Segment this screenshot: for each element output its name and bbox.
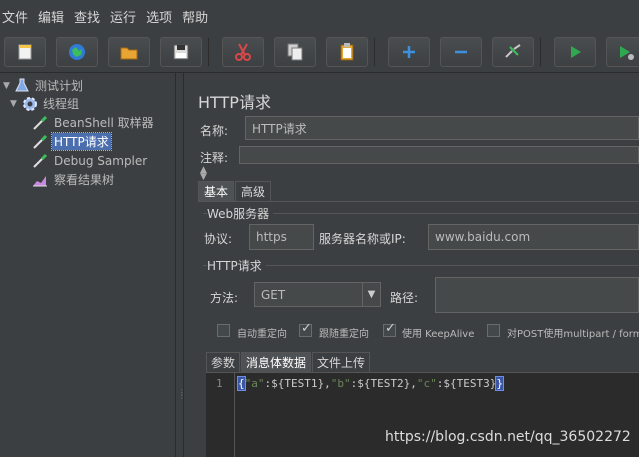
key-a: "a" bbox=[244, 377, 265, 390]
body-tabs: 参数 消息体数据 文件上传 bbox=[206, 352, 371, 372]
keepalive-checkbox[interactable] bbox=[383, 321, 396, 337]
name-input[interactable]: HTTP请求 bbox=[245, 116, 639, 140]
new-icon bbox=[18, 44, 32, 60]
web-server-group-title: Web服务器 bbox=[207, 205, 274, 222]
http-request-panel: HTTP请求 名称: HTTP请求 注释: ▲ ▼ 基本 高级 Web服务器 协议… bbox=[185, 73, 639, 457]
pipette-icon bbox=[33, 115, 48, 130]
cut-button[interactable] bbox=[222, 37, 264, 67]
line-number: 1 bbox=[216, 377, 223, 390]
menu-search[interactable]: 查找 bbox=[74, 7, 100, 26]
name-label: 名称: bbox=[200, 124, 229, 138]
tab-file-upload[interactable]: 文件上传 bbox=[312, 352, 371, 372]
menu-run[interactable]: 运行 bbox=[110, 7, 136, 26]
tree-item-http-request[interactable]: HTTP请求 bbox=[32, 132, 112, 151]
multipart-checkbox[interactable] bbox=[487, 324, 500, 337]
pipette-icon bbox=[33, 134, 48, 149]
toggle-button[interactable] bbox=[492, 37, 534, 67]
open-icon bbox=[120, 47, 138, 60]
templates-icon bbox=[69, 44, 85, 60]
templates-button[interactable] bbox=[56, 37, 98, 67]
copy-button[interactable] bbox=[274, 37, 316, 67]
grip-icon: ⋮ ⋮ bbox=[178, 388, 186, 400]
collapse-button[interactable] bbox=[440, 37, 482, 67]
start-no-pause-button[interactable] bbox=[606, 37, 639, 67]
menu-options[interactable]: 选项 bbox=[146, 7, 172, 26]
tab-body-data[interactable]: 消息体数据 bbox=[241, 352, 312, 372]
path-input[interactable] bbox=[435, 277, 639, 313]
auto-redirect-checkbox[interactable] bbox=[217, 324, 230, 337]
pipette-icon bbox=[33, 153, 48, 168]
menu-file[interactable]: 文件 bbox=[2, 7, 28, 26]
chart-icon bbox=[33, 175, 47, 186]
server-label: 服务器名称或IP: bbox=[319, 232, 406, 246]
collapse-toggle-icon[interactable]: ▲ ▼ bbox=[200, 166, 207, 182]
key-b: "b" bbox=[330, 377, 351, 390]
expand-icon bbox=[403, 46, 415, 58]
gear-icon bbox=[23, 96, 37, 111]
multipart-label: 对POST使用multipart / form bbox=[507, 329, 639, 340]
new-button[interactable] bbox=[4, 37, 46, 67]
tab-advanced[interactable]: 高级 bbox=[235, 181, 272, 201]
protocol-label: 协议: bbox=[204, 232, 233, 246]
keepalive-label: 使用 KeepAlive bbox=[402, 329, 475, 340]
close-brace: } bbox=[495, 376, 504, 391]
save-button[interactable] bbox=[160, 37, 202, 67]
start-icon bbox=[571, 46, 581, 58]
paste-button[interactable] bbox=[326, 37, 368, 67]
tree-item-beanshell-sampler[interactable]: BeanShell 取样器 bbox=[32, 113, 156, 132]
comment-label: 注释: bbox=[200, 151, 229, 165]
method-select[interactable]: GET ▼ bbox=[254, 282, 381, 307]
test-plan-tree: ▼ 测试计划 ▼ 线程组 BeanShell 取样器 HTTP请求 Debug … bbox=[0, 73, 176, 457]
method-value: GET bbox=[261, 287, 286, 302]
collapse-icon bbox=[455, 50, 467, 54]
start-button[interactable] bbox=[554, 37, 596, 67]
menu-edit[interactable]: 编辑 bbox=[38, 7, 64, 26]
http-request-group-title: HTTP请求 bbox=[207, 257, 266, 274]
tree-item-debug-sampler[interactable]: Debug Sampler bbox=[32, 151, 149, 170]
copy-icon bbox=[287, 43, 303, 61]
value-test3: :${TEST3} bbox=[436, 377, 497, 390]
value-test2: :${TEST2}, bbox=[350, 377, 417, 390]
tree-item-view-results-tree[interactable]: 察看结果树 bbox=[32, 170, 116, 189]
collapse-arrow-icon[interactable]: ▼ bbox=[10, 99, 20, 109]
menu-help[interactable]: 帮助 bbox=[182, 7, 208, 26]
server-input[interactable]: www.baidu.com bbox=[428, 224, 639, 250]
open-brace: { bbox=[237, 376, 246, 391]
key-c: "c" bbox=[416, 377, 437, 390]
tree-item-test-plan[interactable]: ▼ 测试计划 bbox=[3, 76, 85, 95]
toolbar bbox=[0, 32, 639, 73]
flask-icon bbox=[15, 78, 29, 92]
start-no-pause-icon bbox=[620, 46, 634, 60]
toggle-icon bbox=[505, 44, 521, 58]
cut-icon bbox=[235, 43, 251, 61]
chevron-down-icon[interactable]: ▼ bbox=[362, 283, 380, 306]
protocol-input[interactable]: https bbox=[249, 224, 314, 250]
comment-input[interactable] bbox=[239, 146, 639, 164]
tree-item-thread-group[interactable]: ▼ 线程组 bbox=[10, 94, 81, 113]
value-test1: :${TEST1}, bbox=[264, 377, 331, 390]
collapse-arrow-icon[interactable]: ▼ bbox=[3, 81, 13, 91]
menu-bar: 文件 编辑 查找 运行 选项 帮助 bbox=[0, 0, 639, 32]
tab-parameters[interactable]: 参数 bbox=[206, 352, 241, 372]
open-button[interactable] bbox=[108, 37, 150, 67]
line-gutter: 1 bbox=[206, 373, 235, 457]
follow-redirects-label: 跟随重定向 bbox=[319, 329, 369, 340]
follow-redirects-checkbox[interactable] bbox=[299, 321, 312, 337]
config-tabs: 基本 高级 bbox=[198, 181, 272, 201]
pane-splitter[interactable]: ⋮ ⋮ bbox=[176, 73, 186, 457]
method-label: 方法: bbox=[210, 291, 239, 305]
watermark: https://blog.csdn.net/qq_36502272 bbox=[385, 429, 631, 445]
tab-basic[interactable]: 基本 bbox=[198, 181, 235, 201]
path-label: 路径: bbox=[390, 291, 419, 305]
save-icon bbox=[173, 44, 189, 60]
code-line: {"a":${TEST1},"b":${TEST2},"c":${TEST3}} bbox=[237, 376, 504, 391]
expand-button[interactable] bbox=[388, 37, 430, 67]
paste-icon bbox=[340, 43, 354, 61]
page-title: HTTP请求 bbox=[198, 93, 271, 112]
auto-redirect-label: 自动重定向 bbox=[237, 329, 287, 340]
